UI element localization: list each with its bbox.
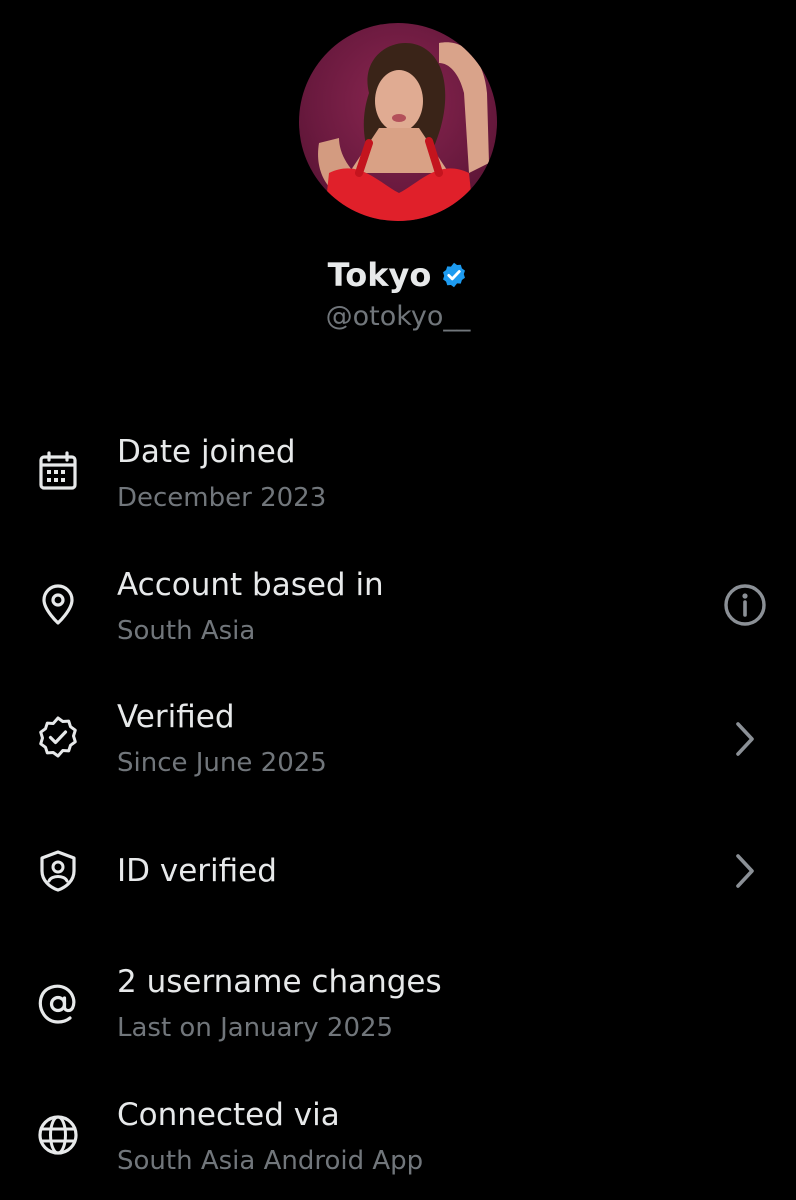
row-id-verified[interactable]: ID verified bbox=[0, 840, 796, 910]
chevron-right-icon[interactable] bbox=[720, 846, 770, 896]
globe-icon bbox=[36, 1113, 80, 1157]
row-title: Account based in bbox=[117, 567, 384, 603]
at-sign-icon bbox=[36, 982, 80, 1026]
row-subtitle: December 2023 bbox=[117, 483, 327, 513]
row-title: ID verified bbox=[117, 853, 277, 889]
row-subtitle: Last on January 2025 bbox=[117, 1013, 394, 1043]
calendar-icon bbox=[36, 450, 80, 494]
display-name: Tokyo bbox=[327, 256, 432, 294]
row-subtitle: South Asia bbox=[117, 616, 256, 646]
id-shield-icon bbox=[36, 849, 80, 893]
profile-name-row: Tokyo bbox=[0, 253, 796, 297]
row-subtitle: Since June 2025 bbox=[117, 748, 327, 778]
row-title: Verified bbox=[117, 699, 235, 735]
verified-badge-icon bbox=[443, 262, 466, 288]
row-verified[interactable]: Verified Since June 2025 bbox=[0, 690, 796, 790]
verified-badge-outline-icon bbox=[36, 715, 80, 759]
row-date-joined: Date joined December 2023 bbox=[0, 425, 796, 525]
profile-avatar[interactable] bbox=[299, 23, 497, 221]
row-title: 2 username changes bbox=[117, 964, 442, 1000]
row-title: Connected via bbox=[117, 1097, 340, 1133]
row-account-based-in: Account based in South Asia bbox=[0, 558, 796, 658]
chevron-right-icon[interactable] bbox=[720, 714, 770, 764]
row-username-changes: 2 username changes Last on January 2025 bbox=[0, 955, 796, 1055]
profile-handle: @otokyo__ bbox=[325, 301, 471, 332]
row-title: Date joined bbox=[117, 434, 296, 470]
location-pin-icon bbox=[36, 583, 80, 627]
row-subtitle: South Asia Android App bbox=[117, 1146, 424, 1176]
avatar-photo bbox=[318, 42, 489, 221]
info-icon[interactable] bbox=[720, 580, 770, 630]
row-connected-via: Connected via South Asia Android App bbox=[0, 1088, 796, 1188]
